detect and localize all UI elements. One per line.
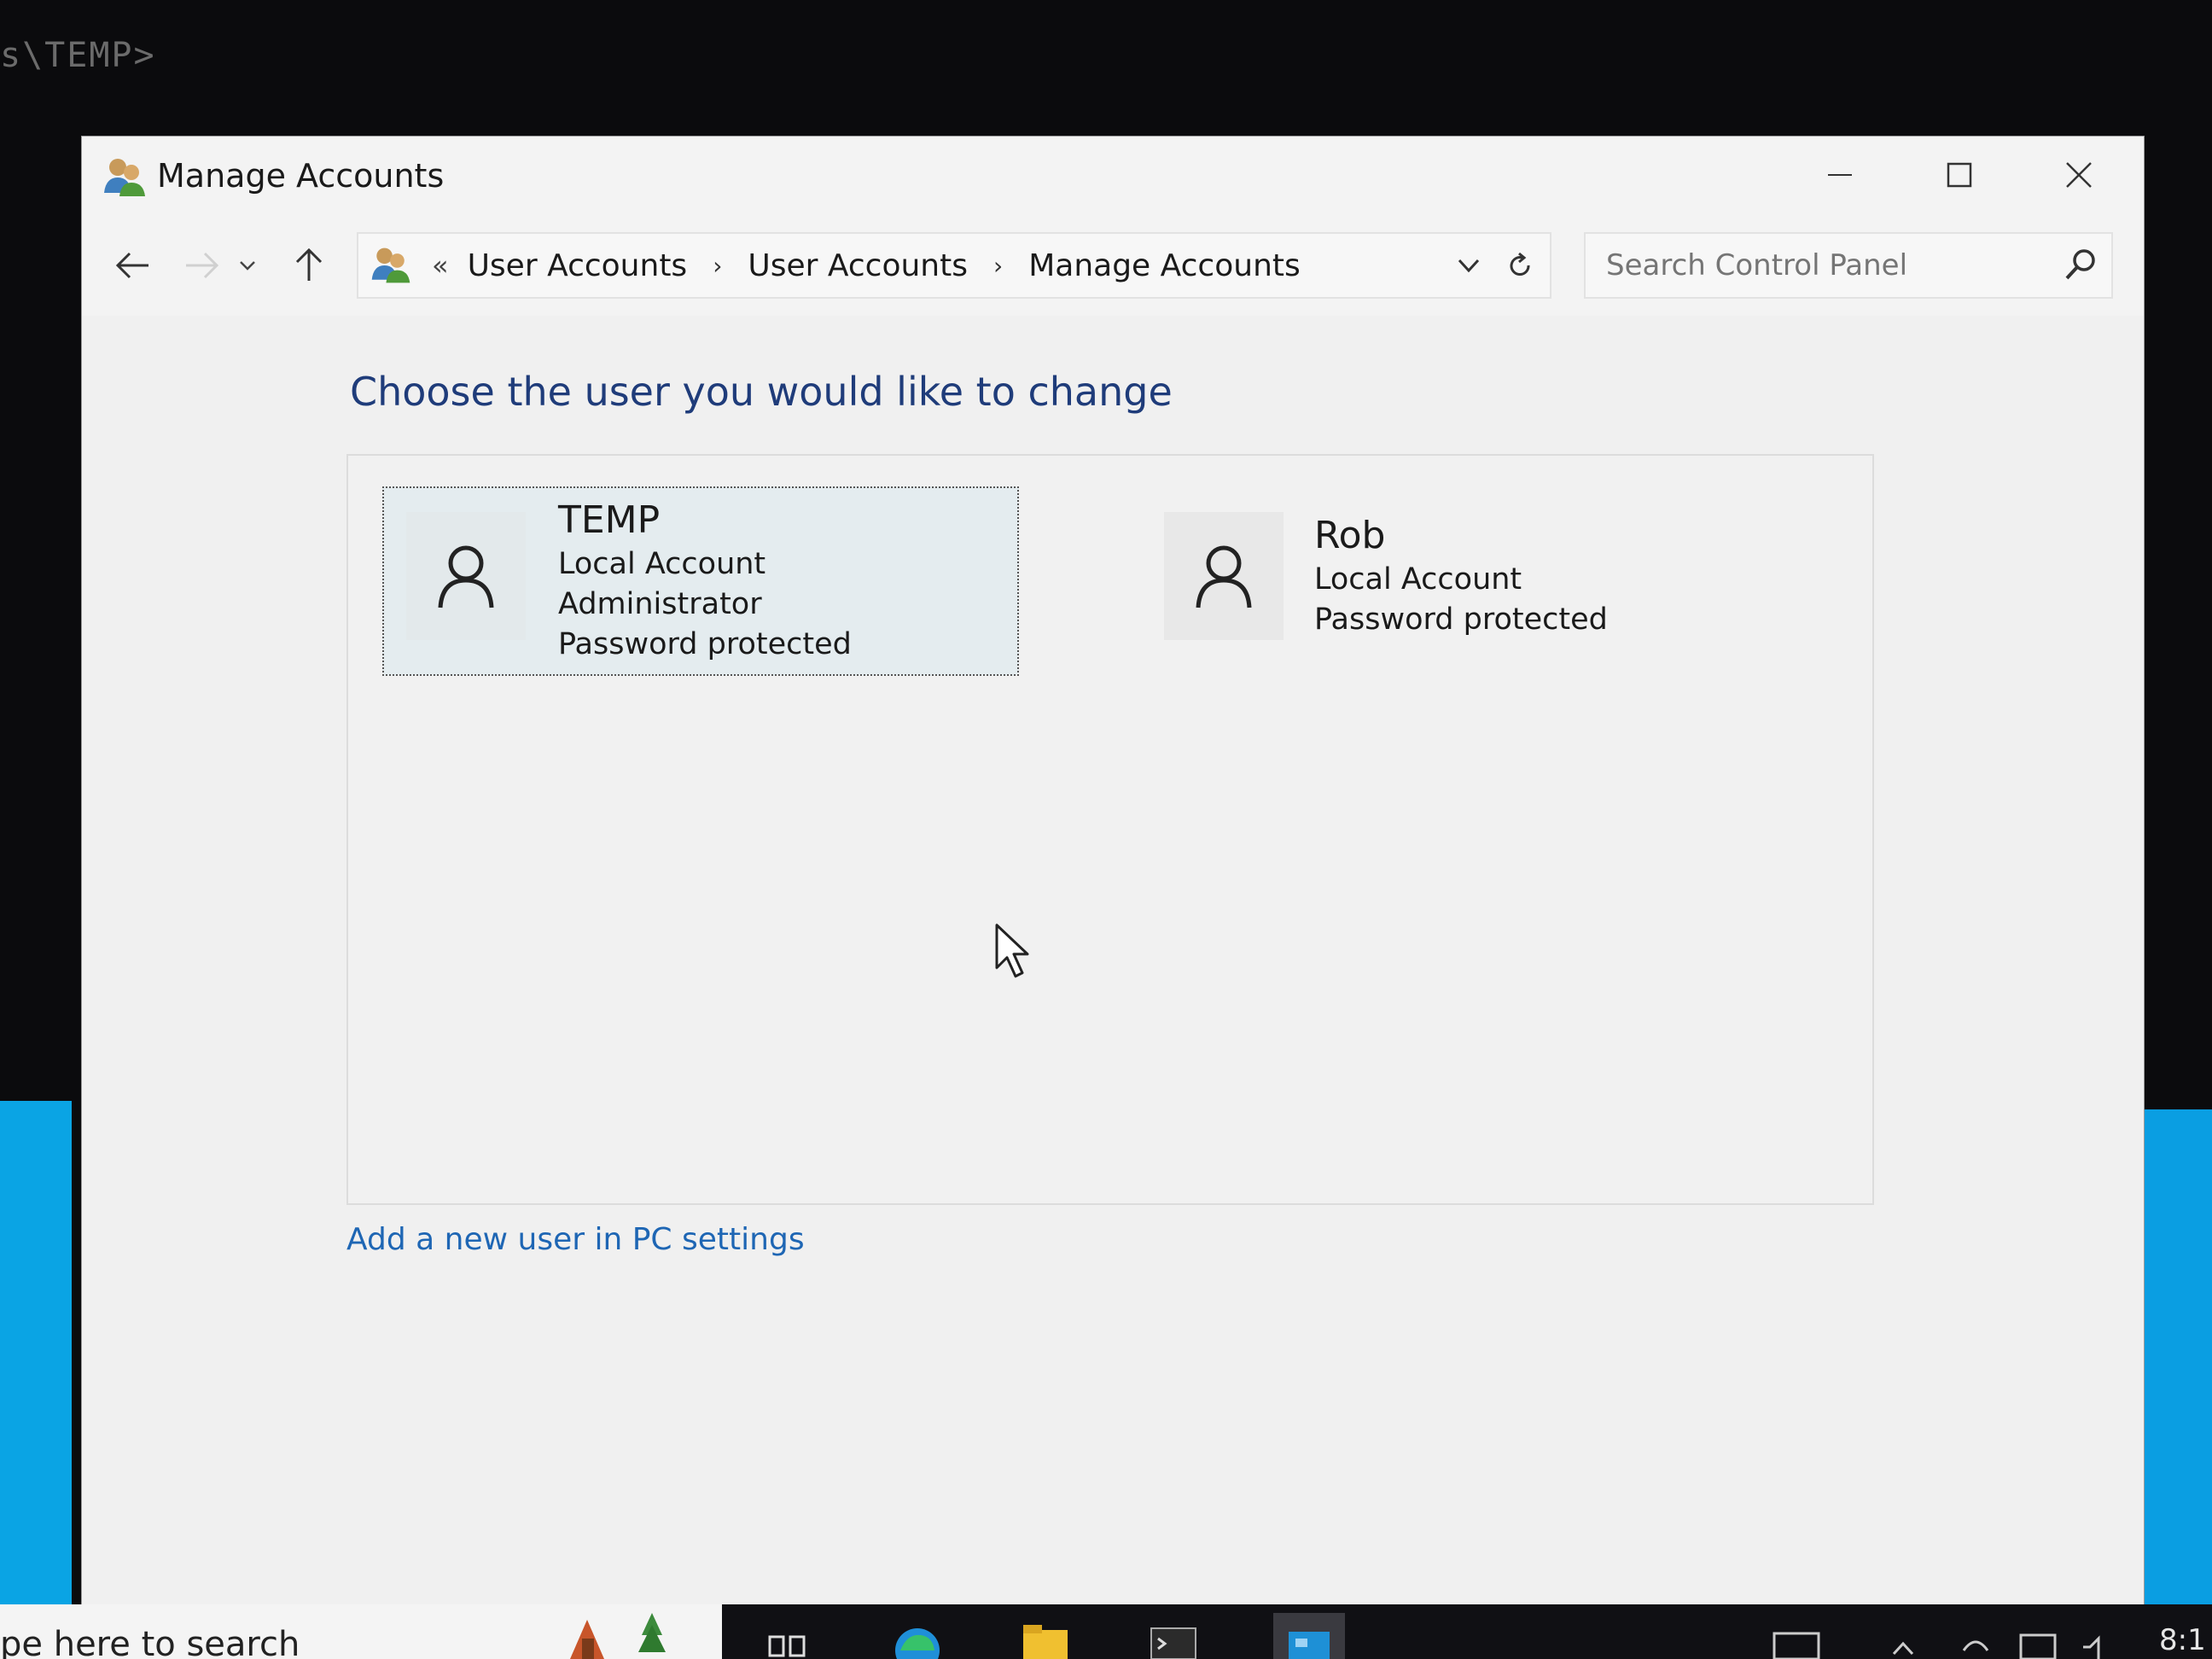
volume-icon bbox=[2083, 1635, 2100, 1659]
chevron-up-icon bbox=[1892, 1641, 1914, 1656]
title-bar[interactable]: Manage Accounts bbox=[82, 137, 2144, 222]
refresh-icon bbox=[1510, 252, 1530, 276]
back-button[interactable] bbox=[108, 236, 159, 295]
screen: s\TEMP> Manage Accounts « User Accounts … bbox=[0, 0, 2212, 1659]
account-tile-rob[interactable]: Rob Local Account Password protected bbox=[1164, 512, 1710, 657]
arrow-up-icon bbox=[295, 247, 323, 281]
account-name: TEMP bbox=[558, 498, 661, 542]
account-tile-temp[interactable]: TEMP Local Account Administrator Passwor… bbox=[382, 486, 1019, 676]
keyboard-icon bbox=[1773, 1632, 1820, 1659]
page-heading: Choose the user you would like to change bbox=[350, 369, 1173, 415]
control-panel-location-icon bbox=[371, 247, 410, 283]
file-explorer-icon bbox=[1023, 1625, 1068, 1659]
avatar bbox=[1164, 512, 1284, 640]
user-icon bbox=[438, 545, 494, 608]
volume-button[interactable] bbox=[2074, 1613, 2116, 1659]
maximize-icon bbox=[1947, 162, 1972, 188]
breadcrumb-item-user-accounts-sub[interactable]: User Accounts bbox=[748, 248, 968, 283]
taskbar-search-text: pe here to search bbox=[0, 1625, 300, 1659]
add-new-user-link[interactable]: Add a new user in PC settings bbox=[346, 1222, 805, 1257]
task-view-button[interactable] bbox=[758, 1613, 818, 1659]
account-type: Local Account bbox=[558, 547, 766, 581]
arrow-right-icon bbox=[186, 252, 219, 279]
recent-locations-button[interactable] bbox=[230, 236, 265, 295]
search-control-panel-input[interactable] bbox=[1584, 232, 2113, 299]
account-password-status: Password protected bbox=[1314, 602, 1608, 637]
account-password-status: Password protected bbox=[558, 627, 852, 661]
up-button[interactable] bbox=[283, 236, 335, 295]
content-area: Choose the user you would like to change… bbox=[82, 316, 2144, 1604]
task-view-icon bbox=[768, 1635, 806, 1657]
chevron-down-icon bbox=[240, 261, 255, 271]
keyboard-button[interactable] bbox=[1767, 1613, 1826, 1659]
avatar bbox=[406, 512, 526, 640]
account-name: Rob bbox=[1314, 514, 1386, 557]
taskbar-search-box[interactable]: pe here to search bbox=[0, 1604, 722, 1659]
refresh-button[interactable] bbox=[1497, 242, 1543, 288]
breadcrumb-item-user-accounts[interactable]: User Accounts bbox=[468, 248, 688, 283]
account-role: Administrator bbox=[558, 587, 762, 621]
edge-icon bbox=[895, 1628, 940, 1659]
address-bar[interactable]: « User Accounts › User Accounts › Manage… bbox=[357, 232, 1551, 299]
chevron-down-icon bbox=[1458, 259, 1480, 273]
forward-button[interactable] bbox=[176, 236, 227, 295]
user-accounts-icon bbox=[104, 159, 145, 196]
minimize-button[interactable] bbox=[1789, 145, 1891, 205]
desktop-background-right bbox=[2133, 1109, 2212, 1604]
accounts-panel: TEMP Local Account Administrator Passwor… bbox=[346, 454, 1874, 1205]
maximize-button[interactable] bbox=[1908, 145, 2011, 205]
navigation-bar: « User Accounts › User Accounts › Manage… bbox=[82, 222, 2144, 316]
control-panel-icon bbox=[1289, 1632, 1330, 1659]
search-icon[interactable] bbox=[2058, 244, 2101, 287]
network-button[interactable] bbox=[1954, 1613, 1997, 1659]
account-info: Rob Local Account Password protected bbox=[1314, 512, 1608, 657]
display-icon bbox=[2019, 1633, 2057, 1659]
account-info: TEMP Local Account Administrator Passwor… bbox=[558, 497, 852, 674]
manage-accounts-window: Manage Accounts « User Accounts › User A… bbox=[82, 137, 2144, 1604]
user-icon bbox=[1196, 545, 1252, 608]
breadcrumb-separator[interactable]: › bbox=[993, 252, 1003, 280]
file-explorer-button[interactable] bbox=[1016, 1613, 1075, 1659]
taskbar-clock[interactable]: 8:1 bbox=[2159, 1623, 2206, 1657]
taskbar: pe here to search 8:1 bbox=[0, 1604, 2212, 1659]
minimize-icon bbox=[1828, 174, 1852, 176]
network-icon bbox=[1962, 1640, 1989, 1651]
display-button[interactable] bbox=[2014, 1613, 2062, 1659]
console-prompt: s\TEMP> bbox=[0, 36, 156, 75]
window-title: Manage Accounts bbox=[157, 157, 445, 195]
desktop-background-left bbox=[0, 1101, 72, 1604]
terminal-icon bbox=[1150, 1627, 1196, 1659]
close-button[interactable] bbox=[2028, 145, 2130, 205]
breadcrumb-separator[interactable]: › bbox=[713, 252, 722, 280]
breadcrumb-overflow[interactable]: « bbox=[432, 249, 449, 282]
arrow-left-icon bbox=[115, 252, 148, 279]
terminal-button[interactable] bbox=[1144, 1613, 1203, 1659]
close-icon bbox=[2066, 162, 2092, 188]
mouse-pointer-icon bbox=[995, 923, 1029, 978]
control-panel-taskbar-button[interactable] bbox=[1273, 1613, 1345, 1659]
show-hidden-icons-button[interactable] bbox=[1886, 1613, 1920, 1659]
address-history-button[interactable] bbox=[1447, 244, 1490, 287]
search-highlight-icon bbox=[570, 1613, 666, 1659]
breadcrumb-item-manage-accounts[interactable]: Manage Accounts bbox=[1028, 248, 1301, 283]
account-type: Local Account bbox=[1314, 562, 1522, 597]
edge-button[interactable] bbox=[888, 1613, 947, 1659]
